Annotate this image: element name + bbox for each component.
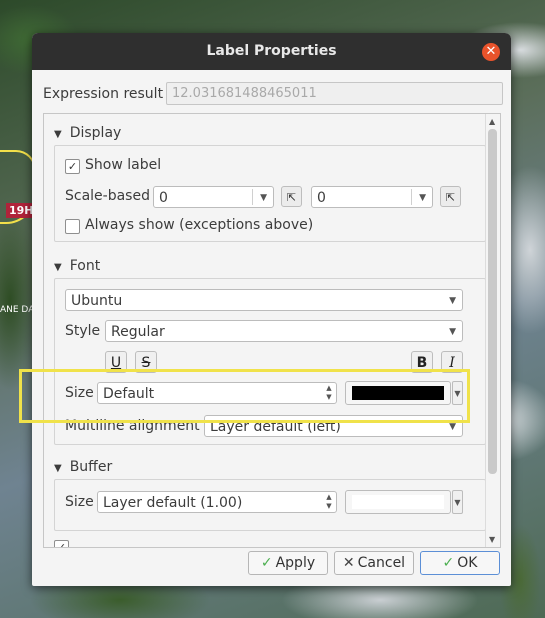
collapse-icon: ▼: [54, 463, 62, 474]
scrollbar-thumb[interactable]: [488, 129, 497, 474]
show-label-checkbox[interactable]: ✓: [65, 159, 80, 174]
font-group-header[interactable]: ▼ Font: [54, 258, 100, 274]
apply-button[interactable]: ✓ Apply: [248, 551, 328, 575]
buffer-color-button[interactable]: [345, 490, 451, 514]
cancel-label: Cancel: [357, 555, 406, 571]
show-label-text: Show label: [85, 157, 162, 173]
buffer-group-header[interactable]: ▼ Buffer: [54, 459, 112, 475]
chevron-down-icon: ▼: [449, 327, 456, 337]
spin-arrows[interactable]: ▲ ▼: [324, 493, 334, 511]
scale-max-value: 0: [317, 190, 326, 206]
always-show-checkbox[interactable]: [65, 219, 80, 234]
buffer-size-value: Layer default (1.00): [103, 495, 243, 511]
multiline-alignment-highlight: [19, 369, 470, 423]
scale-min-value: 0: [159, 190, 168, 206]
checkmark-icon: ✓: [442, 555, 455, 571]
buffer-size-spinbox[interactable]: Layer default (1.00) ▲ ▼: [97, 491, 337, 513]
font-style-value: Regular: [111, 324, 165, 340]
chevron-down-icon: ▼: [449, 296, 456, 306]
spin-up-icon[interactable]: ▲: [326, 493, 331, 501]
font-family-value: Ubuntu: [71, 293, 123, 309]
display-group-header[interactable]: ▼ Display: [54, 125, 121, 141]
expression-label: Expression result: [43, 86, 164, 102]
always-show-text: Always show (exceptions above): [85, 217, 314, 233]
display-header-label: Display: [69, 125, 122, 141]
properties-scroll-area: ▼ Display ✓ Show label Scale-based 0 ▼ ⇱ …: [43, 113, 501, 548]
font-header-label: Font: [69, 258, 101, 274]
font-family-combo[interactable]: Ubuntu ▼: [65, 289, 463, 311]
checkmark-icon: ✓: [260, 555, 273, 571]
scroll-up-icon[interactable]: ▲: [489, 117, 495, 126]
buffer-color-menu-icon[interactable]: ▼: [452, 490, 463, 514]
label-properties-dialog: Label Properties ✕ Expression result 12.…: [32, 33, 511, 586]
close-icon: ✕: [342, 555, 355, 571]
map-scale-picker-icon[interactable]: ⇱: [440, 186, 461, 207]
scale-based-label: Scale-based: [65, 188, 150, 204]
vertical-scrollbar[interactable]: ▲ ▼: [485, 114, 500, 547]
scale-max-combo[interactable]: 0 ▼: [311, 186, 433, 208]
spin-down-icon[interactable]: ▼: [326, 502, 331, 510]
collapse-icon: ▼: [54, 129, 62, 140]
ok-button[interactable]: ✓ OK: [420, 551, 500, 575]
scroll-down-icon[interactable]: ▼: [489, 535, 495, 544]
buffer-size-label: Size: [65, 494, 94, 510]
chevron-down-icon: ▼: [419, 193, 426, 203]
scale-min-combo[interactable]: 0 ▼: [153, 186, 274, 208]
buffer-header-label: Buffer: [69, 459, 113, 475]
cancel-button[interactable]: ✕ Cancel: [334, 551, 414, 575]
title-bar: Label Properties ✕: [32, 33, 511, 70]
combo-separator: [411, 189, 412, 205]
collapse-icon: ▼: [54, 262, 62, 273]
style-label: Style: [65, 323, 101, 339]
buffer-color-swatch: [352, 495, 444, 509]
dialog-title: Label Properties: [206, 43, 337, 59]
apply-label: Apply: [275, 555, 316, 571]
partial-checkbox[interactable]: ✓: [54, 540, 69, 547]
map-scale-picker-icon[interactable]: ⇱: [281, 186, 302, 207]
ok-label: OK: [457, 555, 478, 571]
expression-result-field[interactable]: 12.031681488465011: [166, 82, 503, 105]
close-icon[interactable]: ✕: [482, 43, 500, 61]
combo-separator: [252, 189, 253, 205]
font-style-combo[interactable]: Regular ▼: [105, 320, 463, 342]
chevron-down-icon: ▼: [260, 193, 267, 203]
